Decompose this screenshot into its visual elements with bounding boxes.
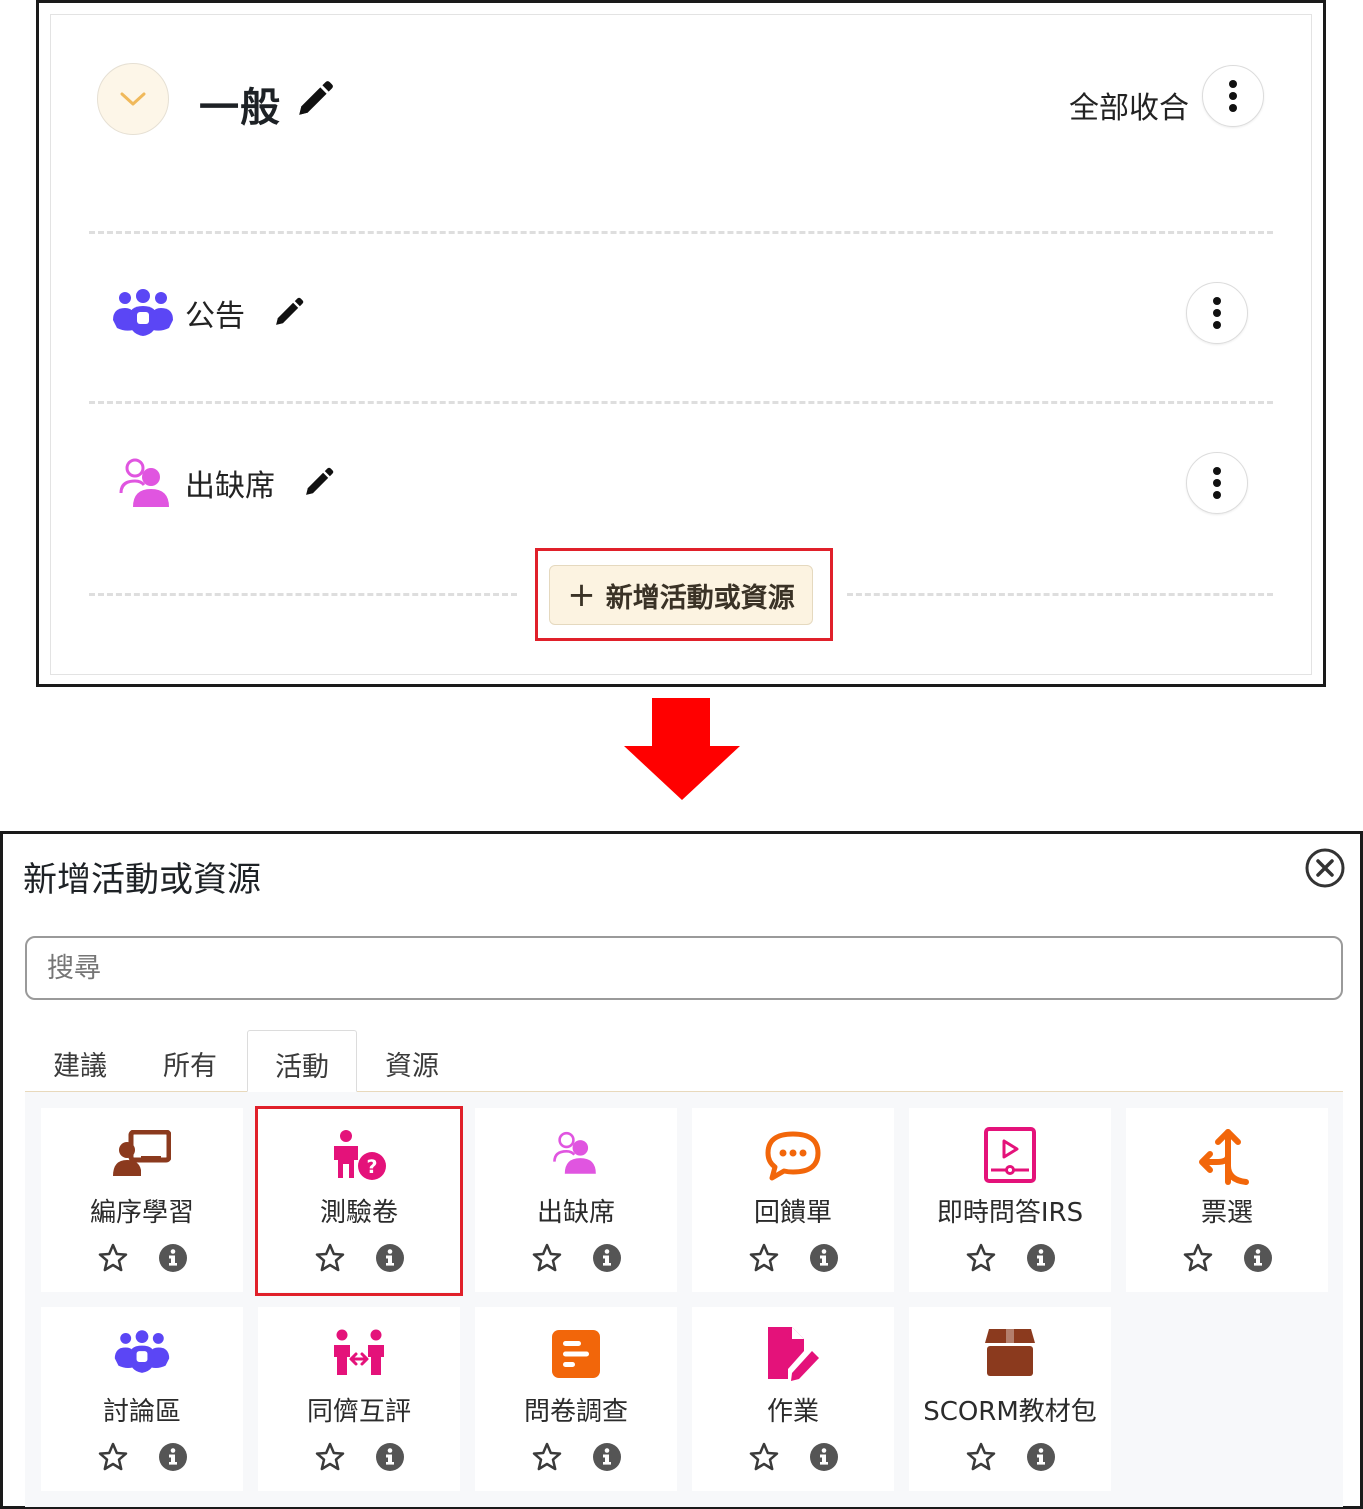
- add-activity-modal: 新增活動或資源 建議 所有 活動 資源 編序學習: [0, 831, 1363, 1509]
- activity-card-survey[interactable]: 問卷調查: [475, 1307, 677, 1491]
- activity-card-label: 出缺席: [536, 1198, 615, 1228]
- star-icon[interactable]: [531, 1441, 563, 1473]
- highlight-box: [255, 1106, 463, 1296]
- info-icon[interactable]: [374, 1441, 406, 1473]
- divider: [847, 593, 1273, 596]
- activity-row-attendance[interactable]: 出缺席: [111, 453, 335, 513]
- course-section-panel: 一般 全部收合 公告 出缺席 + 新增活動或資源: [36, 0, 1326, 687]
- star-icon[interactable]: [314, 1441, 346, 1473]
- activity-row-announcements[interactable]: 公告: [111, 283, 305, 343]
- lesson-icon: [113, 1130, 171, 1176]
- star-icon[interactable]: [97, 1242, 129, 1274]
- star-icon[interactable]: [965, 1441, 997, 1473]
- section-title: 一般: [199, 85, 281, 131]
- tab-activities[interactable]: 活動: [247, 1030, 357, 1092]
- activity-menu-button[interactable]: [1186, 282, 1248, 344]
- attendance-icon: [119, 458, 169, 507]
- edit-pencil-icon[interactable]: [301, 466, 335, 500]
- activity-card-label: 回饋單: [753, 1198, 832, 1228]
- star-icon[interactable]: [748, 1242, 780, 1274]
- plus-icon: +: [567, 575, 596, 615]
- activity-menu-button[interactable]: [1186, 452, 1248, 514]
- star-icon[interactable]: [965, 1242, 997, 1274]
- divider: [89, 231, 1273, 234]
- info-icon[interactable]: [157, 1242, 189, 1274]
- assignment-icon: [768, 1327, 819, 1381]
- info-icon[interactable]: [808, 1242, 840, 1274]
- search-input[interactable]: [25, 936, 1343, 1000]
- star-icon[interactable]: [1182, 1242, 1214, 1274]
- divider: [89, 593, 517, 596]
- collapse-all-link[interactable]: 全部收合: [1069, 83, 1189, 127]
- irs-video-icon: [984, 1127, 1036, 1183]
- section-menu-button[interactable]: [1202, 65, 1264, 127]
- activity-card-label: SCORM教材包: [923, 1397, 1097, 1427]
- add-activity-label: 新增活動或資源: [605, 582, 795, 614]
- activity-card-label: 票選: [1200, 1198, 1253, 1228]
- kebab-menu-icon: [1229, 80, 1237, 112]
- info-icon[interactable]: [808, 1441, 840, 1473]
- kebab-menu-icon: [1213, 467, 1221, 499]
- activity-card-feedback[interactable]: 回饋單: [692, 1108, 894, 1292]
- activity-card-assignment[interactable]: 作業: [692, 1307, 894, 1491]
- activity-card-irs[interactable]: 即時問答IRS: [909, 1108, 1111, 1292]
- star-icon[interactable]: [748, 1441, 780, 1473]
- scorm-package-icon: [985, 1329, 1035, 1376]
- divider: [89, 401, 1273, 404]
- choice-icon: [1199, 1129, 1249, 1185]
- activity-card-label: 同儕互評: [306, 1397, 411, 1427]
- kebab-menu-icon: [1213, 297, 1221, 329]
- tab-resources[interactable]: 資源: [371, 1030, 453, 1092]
- survey-icon: [552, 1330, 600, 1378]
- edit-pencil-icon[interactable]: [271, 296, 305, 330]
- edit-title-pencil-icon[interactable]: [293, 79, 335, 121]
- star-icon[interactable]: [97, 1441, 129, 1473]
- star-icon[interactable]: [531, 1242, 563, 1274]
- activity-card-lesson[interactable]: 編序學習: [41, 1108, 243, 1292]
- close-icon[interactable]: [1304, 847, 1346, 889]
- activity-card-choice[interactable]: 票選: [1126, 1108, 1328, 1292]
- activity-name[interactable]: 出缺席: [185, 461, 275, 505]
- forum-icon: [114, 1330, 170, 1373]
- activity-card-label: 作業: [766, 1397, 819, 1427]
- tab-recommended[interactable]: 建議: [41, 1030, 119, 1092]
- workshop-icon: [334, 1329, 384, 1375]
- info-icon[interactable]: [1025, 1242, 1057, 1274]
- info-icon[interactable]: [157, 1441, 189, 1473]
- down-arrow-icon: [624, 698, 740, 800]
- activity-card-label: 編序學習: [89, 1198, 194, 1228]
- activity-card-scorm[interactable]: SCORM教材包: [909, 1307, 1111, 1491]
- info-icon[interactable]: [591, 1441, 623, 1473]
- feedback-icon: [765, 1131, 821, 1181]
- add-activity-button[interactable]: + 新增活動或資源: [549, 565, 813, 625]
- section-collapse-button[interactable]: [97, 63, 169, 135]
- activity-card-label: 討論區: [102, 1397, 181, 1427]
- modal-title: 新增活動或資源: [23, 860, 261, 900]
- activity-card-attendance[interactable]: 出缺席: [475, 1108, 677, 1292]
- activity-card-forum[interactable]: 討論區: [41, 1307, 243, 1491]
- activity-card-label: 問卷調查: [523, 1397, 628, 1427]
- attendance-icon: [553, 1131, 596, 1174]
- activity-card-label: 即時問答IRS: [936, 1198, 1084, 1228]
- chevron-down-icon: [120, 92, 146, 106]
- activity-grid: 編序學習 ? 測驗卷 出缺席 回饋單 即時問答IRS 票選 討論區 同儕互評 問…: [25, 1092, 1343, 1507]
- activity-card-workshop[interactable]: 同儕互評: [258, 1307, 460, 1491]
- tab-all[interactable]: 所有: [151, 1030, 229, 1092]
- info-icon[interactable]: [591, 1242, 623, 1274]
- category-tabs: 建議 所有 活動 資源: [25, 1030, 1343, 1092]
- forum-icon: [113, 289, 173, 336]
- activity-name[interactable]: 公告: [185, 291, 245, 335]
- info-icon[interactable]: [1025, 1441, 1057, 1473]
- info-icon[interactable]: [1242, 1242, 1274, 1274]
